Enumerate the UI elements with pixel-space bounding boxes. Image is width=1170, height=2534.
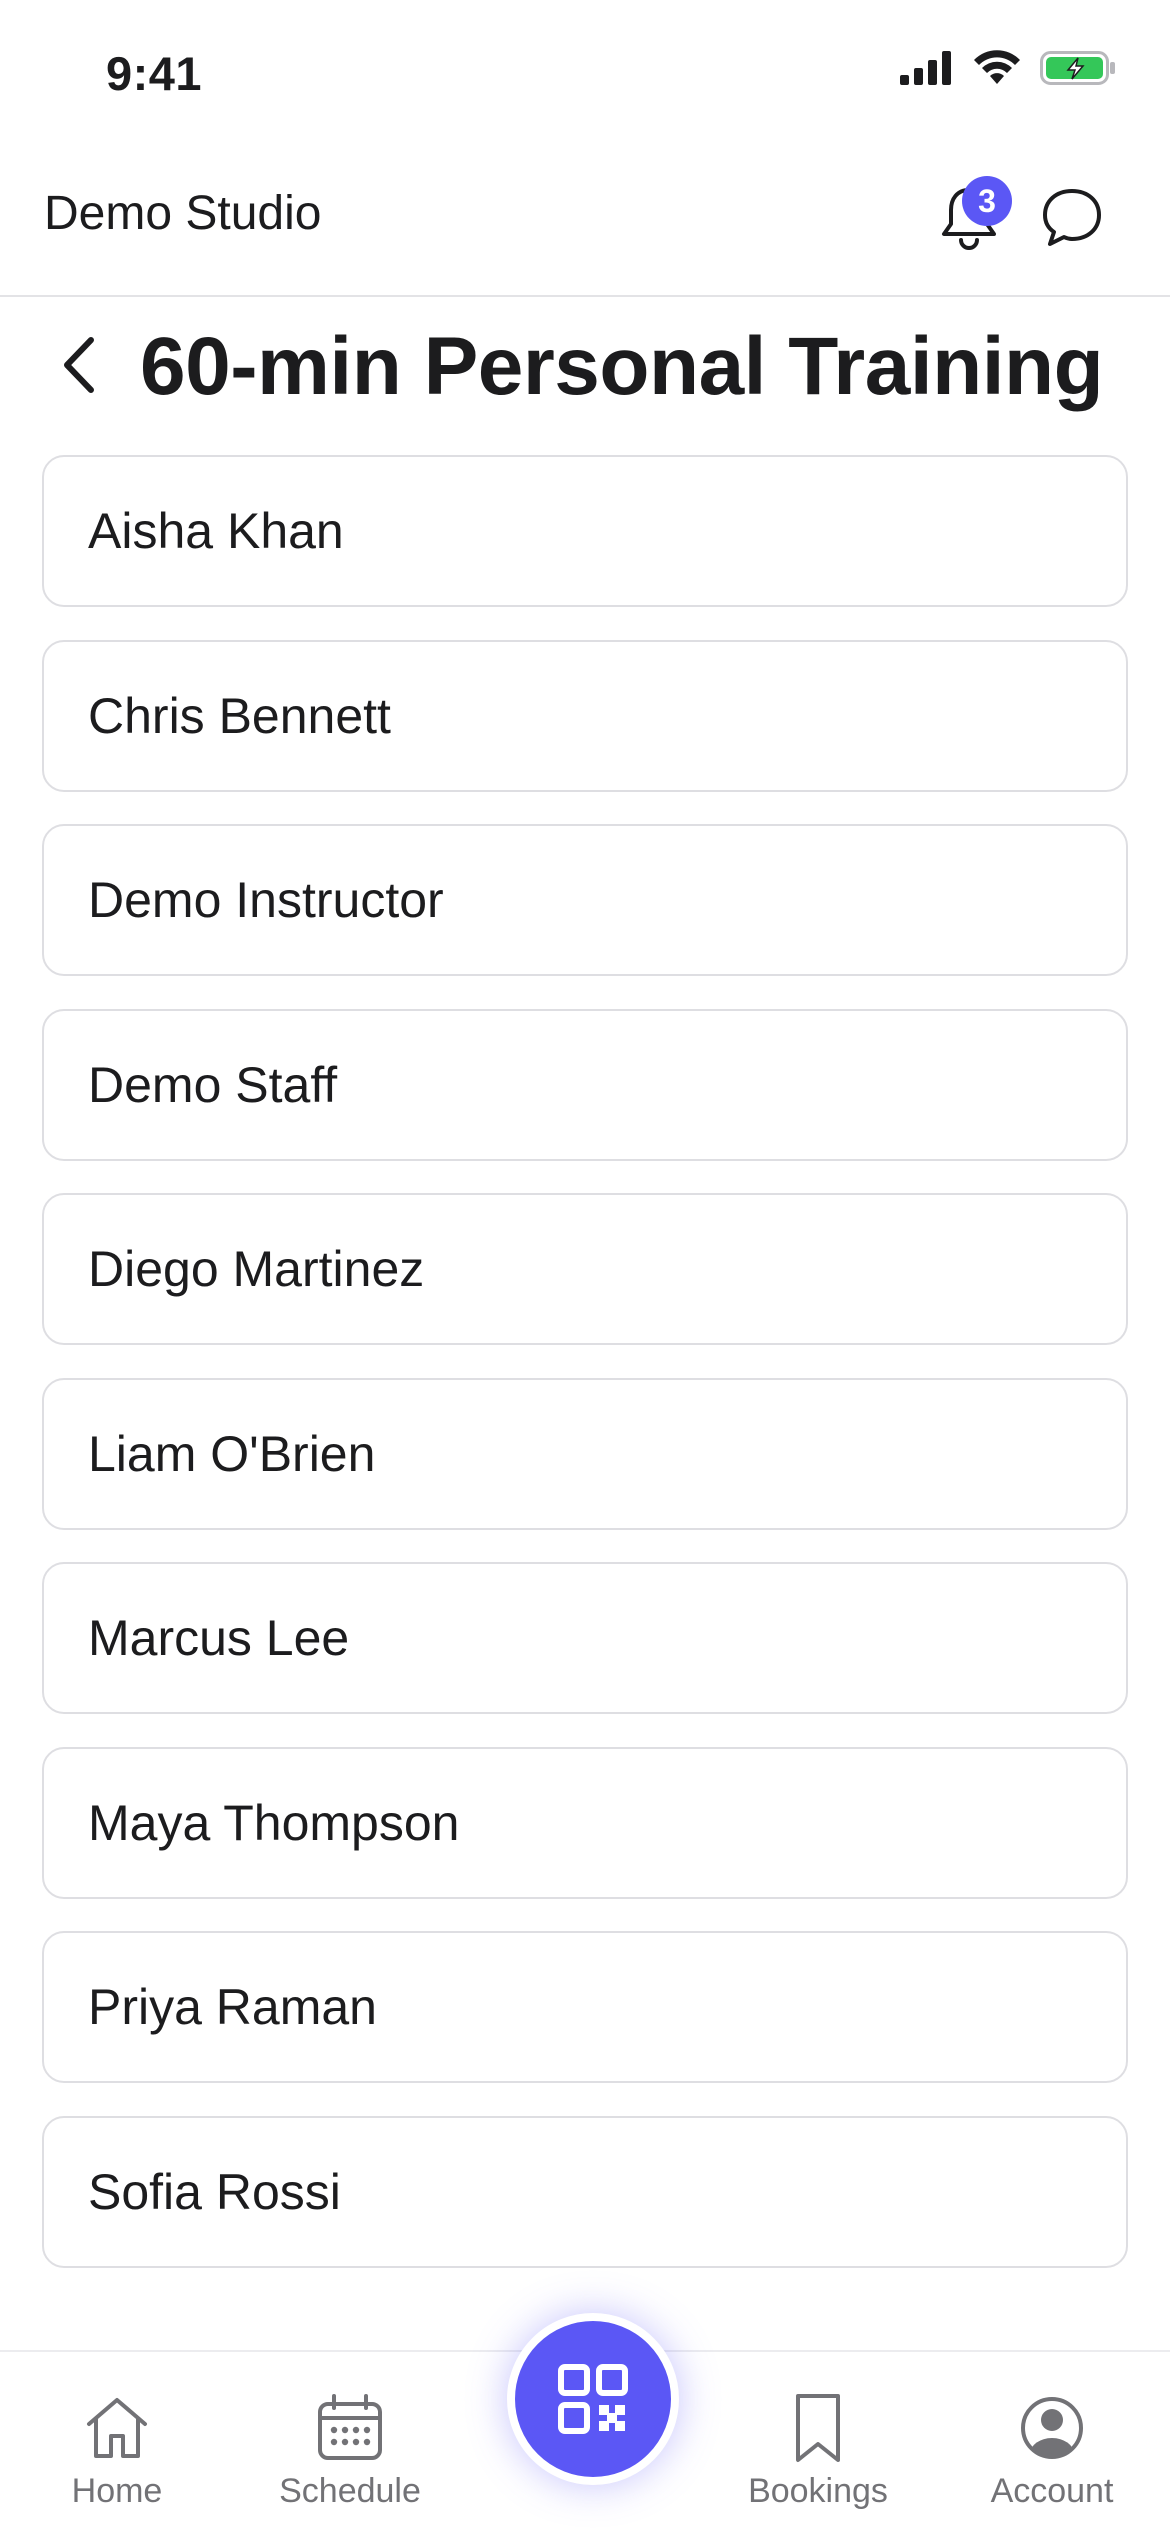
staff-item-diego-martinez[interactable]: Diego Martinez [42, 1193, 1128, 1345]
home-icon [87, 2398, 147, 2458]
chat-bubble-icon [1043, 189, 1101, 246]
title-row: 60-min Personal Training [0, 300, 1170, 430]
staff-item-liam-obrien[interactable]: Liam O'Brien [42, 1377, 1128, 1530]
app-header: Demo Studio 3 [0, 150, 1170, 297]
tab-label: Home [71, 2472, 163, 2510]
status-icons [900, 50, 1116, 86]
notification-badge: 3 [962, 176, 1012, 226]
account-icon [1021, 2397, 1083, 2459]
tab-schedule[interactable]: Schedule [250, 2392, 450, 2511]
notifications-button[interactable]: 3 [938, 176, 1012, 264]
tab-account[interactable]: Account [952, 2392, 1152, 2511]
bookmark-icon [796, 2394, 840, 2462]
battery-charging-icon [1040, 51, 1115, 85]
staff-item-demo-instructor[interactable]: Demo Instructor [42, 824, 1128, 976]
tab-label: Schedule [279, 2472, 421, 2510]
staff-item-maya-thompson[interactable]: Maya Thompson [42, 1746, 1128, 1899]
staff-item-demo-staff[interactable]: Demo Staff [42, 1008, 1128, 1161]
back-button[interactable] [44, 330, 114, 400]
studio-name: Demo Studio [44, 187, 322, 240]
tab-bookings[interactable]: Bookings [718, 2392, 918, 2511]
staff-item-priya-raman[interactable]: Priya Raman [42, 1931, 1128, 2083]
signal-icon [900, 51, 951, 85]
qr-code-icon [558, 2364, 628, 2434]
page-title: 60-min Personal Training [140, 321, 1104, 412]
tab-label: Account [990, 2472, 1114, 2510]
chevron-left-icon [64, 337, 94, 393]
staff-item-chris-bennett[interactable]: Chris Bennett [42, 639, 1128, 792]
staff-item-aisha-khan[interactable]: Aisha Khan [42, 455, 1128, 607]
scan-qr-button[interactable] [507, 2313, 679, 2485]
calendar-icon [318, 2394, 382, 2460]
status-time: 9:41 [106, 47, 203, 100]
messages-button[interactable] [1040, 186, 1110, 256]
status-bar: 9:41 [0, 0, 1170, 150]
staff-item-sofia-rossi[interactable]: Sofia Rossi [42, 2115, 1128, 2268]
staff-item-marcus-lee[interactable]: Marcus Lee [42, 1562, 1128, 1714]
tab-label: Bookings [748, 2472, 888, 2510]
tab-home[interactable]: Home [17, 2392, 217, 2511]
wifi-icon [974, 50, 1020, 84]
staff-list: Aisha Khan Chris Bennett Demo Instructor… [42, 455, 1128, 2300]
